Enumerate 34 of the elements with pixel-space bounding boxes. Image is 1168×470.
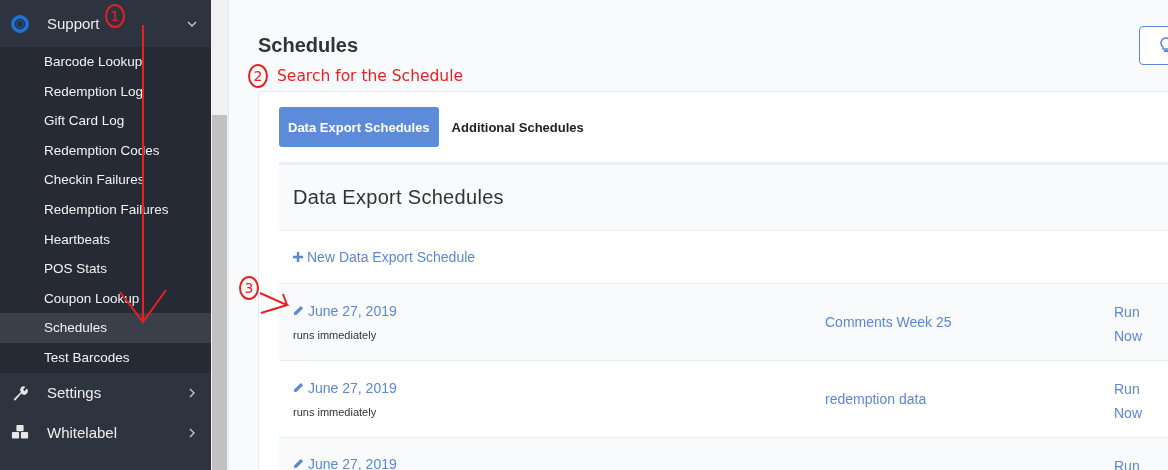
step-marker: 3: [239, 276, 259, 300]
new-schedule-link[interactable]: New Data Export Schedule: [293, 249, 476, 265]
schedule-timing: runs immediately: [293, 329, 378, 341]
run-now-link[interactable]: Run Now: [1114, 300, 1148, 348]
schedule-name-link[interactable]: redemption data: [825, 391, 927, 407]
annotation-text: Search for the Schedule: [277, 67, 463, 85]
schedule-date-link[interactable]: June 27, 2019: [293, 379, 397, 396]
pencil-icon: [293, 458, 304, 469]
submenu-item[interactable]: Heartbeats: [0, 224, 211, 255]
lifebuoy-icon: [10, 14, 30, 33]
submenu-item[interactable]: Gift Card Log: [0, 106, 211, 136]
nav-item[interactable]: Support: [10, 8, 100, 39]
page-title: Schedules: [258, 33, 359, 57]
pencil-icon: [293, 382, 304, 393]
schedule-timing: runs immediately: [293, 406, 378, 418]
submenu-item[interactable]: POS Stats: [0, 254, 211, 284]
tab[interactable]: Additional Schedules: [442, 107, 593, 147]
nav-item[interactable]: Whitelabel: [10, 417, 118, 448]
scrollbar-thumb[interactable]: [212, 115, 227, 470]
annotation-arrow: [259, 292, 290, 314]
step-marker: 1: [105, 4, 125, 28]
schedule-date-link[interactable]: June 27, 2019: [293, 455, 397, 470]
plus-icon: [293, 252, 303, 262]
section-title: Data Export Schedules: [293, 186, 504, 209]
schedule-date-link[interactable]: June 27, 2019: [293, 302, 397, 319]
submenu-item[interactable]: Barcode Lookup: [0, 47, 211, 77]
submenu-item[interactable]: Schedules: [0, 313, 211, 343]
submenu-item[interactable]: Test Barcodes: [0, 342, 211, 373]
step-marker: 2: [248, 64, 268, 88]
nav-item[interactable]: Settings: [10, 377, 102, 408]
schedule-name-link[interactable]: Comments Week 25: [825, 314, 952, 330]
run-now-link[interactable]: Run Now: [1114, 377, 1148, 425]
submenu-item[interactable]: Redemption Log: [0, 76, 211, 107]
pencil-icon: [293, 305, 304, 316]
